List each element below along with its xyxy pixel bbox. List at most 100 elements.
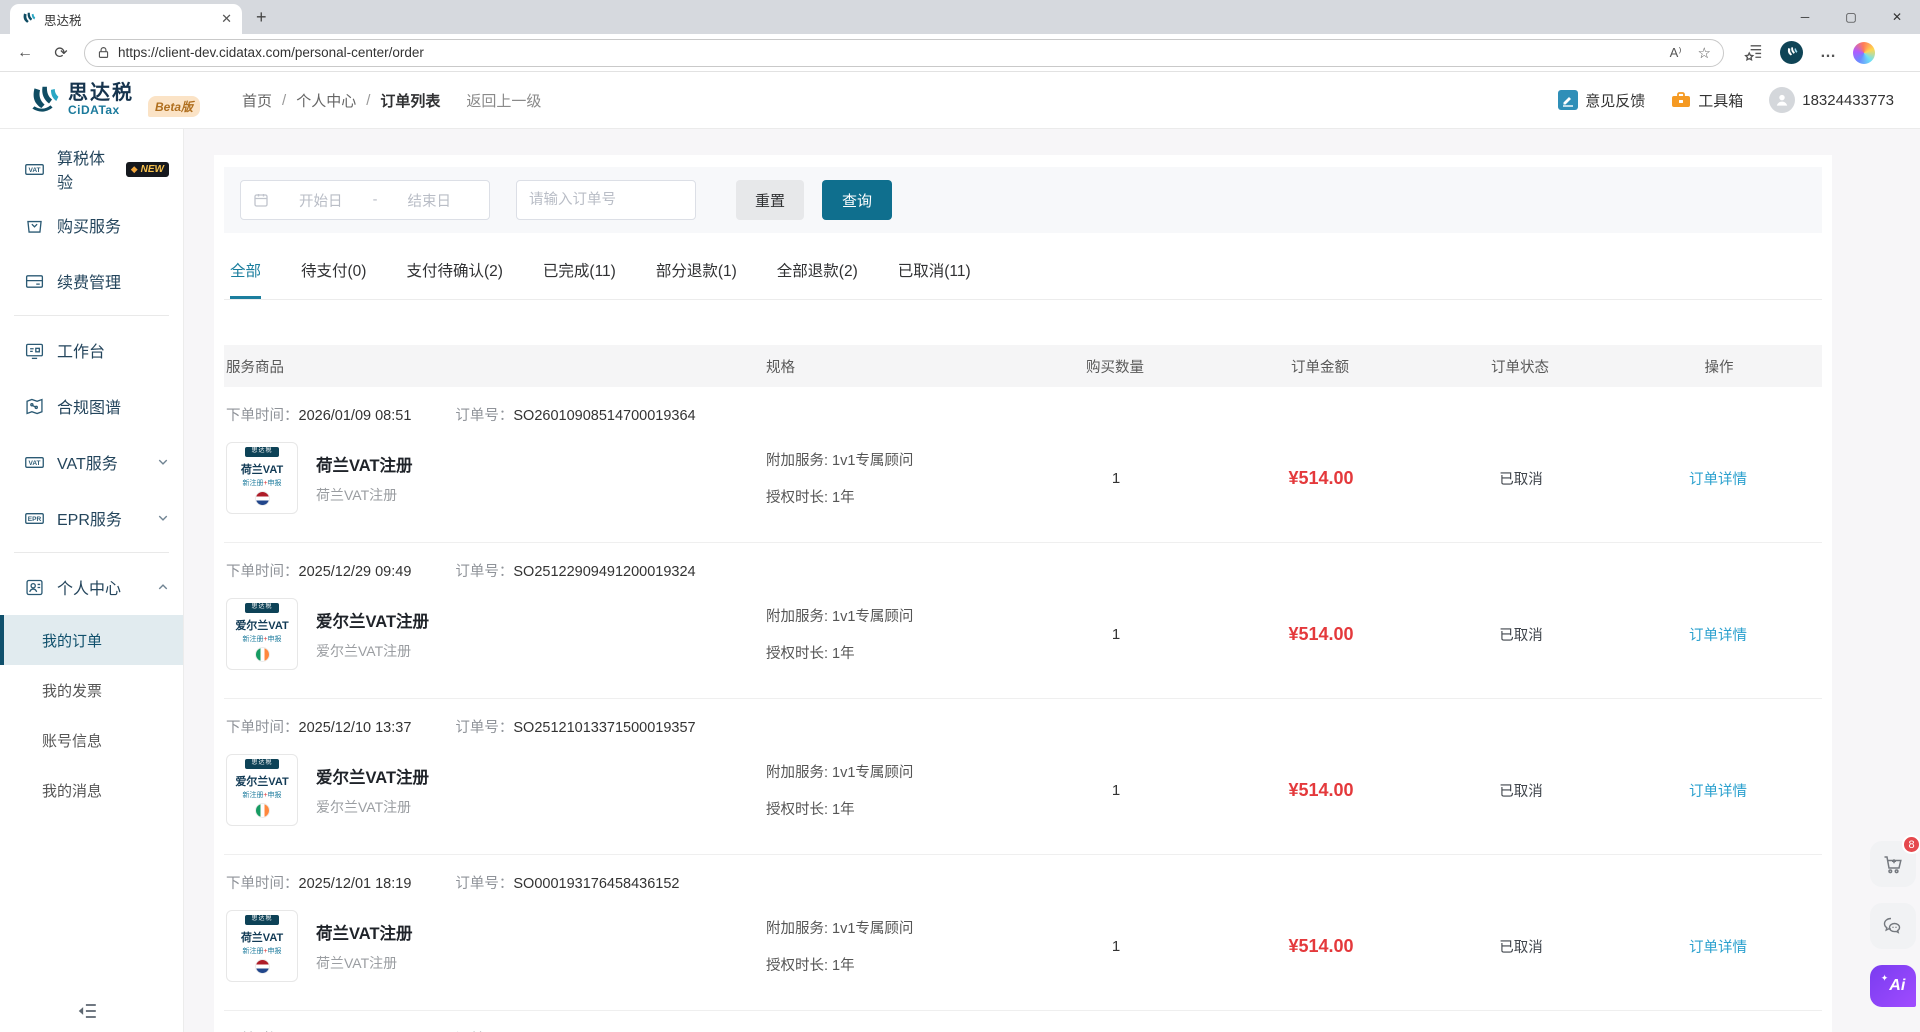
browser-tab[interactable]: 思达税 ✕	[10, 4, 242, 34]
site-favicon	[20, 11, 36, 27]
order-no: SO25122909491200019324	[513, 564, 695, 580]
tab-3[interactable]: 已完成(11)	[543, 259, 616, 299]
feedback-button[interactable]: 意见反馈	[1558, 90, 1645, 111]
order-detail-link[interactable]: 订单详情	[1689, 784, 1747, 800]
tab-2[interactable]: 支付待确认(2)	[406, 259, 502, 299]
sidebar-subitem-my-messages[interactable]: 我的消息	[0, 765, 183, 815]
column-header-0: 服务商品	[224, 356, 764, 377]
sidebar-item-workbench[interactable]: 工作台	[0, 322, 183, 378]
sidebar-item-vat-services[interactable]: VATVAT服务	[0, 434, 183, 490]
tab-close-icon[interactable]: ✕	[221, 11, 232, 27]
column-header-4: 订单状态	[1424, 356, 1614, 377]
spec-duration: 授权时长: 1年	[766, 642, 1016, 663]
app-logo[interactable]: 思达税 CiDATax Beta版	[26, 83, 200, 117]
order-detail-link[interactable]: 订单详情	[1689, 628, 1747, 644]
back-up-level-link[interactable]: 返回上一级	[466, 90, 541, 111]
order-time: 2025/12/01 18:19	[299, 876, 412, 892]
order-number-input[interactable]	[516, 180, 696, 220]
extension-icon[interactable]	[1780, 41, 1803, 64]
order-no-label: 订单号：	[455, 720, 513, 736]
sidebar-menu: VAT算税体验◆NEW购买服务续费管理工作台合规图谱VATVAT服务EPREPR…	[0, 141, 183, 815]
product-name: 荷兰VAT注册	[316, 452, 413, 476]
product-description: 爱尔兰VAT注册	[316, 797, 429, 817]
order-no-label: 订单号：	[455, 408, 513, 424]
toolbox-button[interactable]: 工具箱	[1671, 90, 1743, 111]
sidebar-item-label: 续费管理	[57, 269, 121, 293]
breadcrumb-personal-center[interactable]: 个人中心	[296, 90, 356, 111]
tab-4[interactable]: 部分退款(1)	[656, 259, 737, 299]
favorite-star-icon[interactable]: ☆	[1698, 44, 1711, 62]
breadcrumb-home[interactable]: 首页	[242, 90, 272, 111]
settings-more-icon[interactable]: …	[1820, 44, 1836, 62]
tab-6[interactable]: 已取消(11)	[898, 259, 971, 299]
order-group: 下单时间：2026/01/09 08:51 订单号：SO260109085147…	[224, 387, 1822, 542]
copilot-icon[interactable]	[1853, 42, 1875, 64]
status-tabs: 全部待支付(0) 支付待确认(2) 已完成(11) 部分退款(1) 全部退款(2) 已取消…	[224, 253, 1822, 300]
sidebar-item-label: VAT服务	[57, 450, 118, 474]
beta-badge: Beta版	[148, 96, 200, 117]
collections-icon[interactable]	[1744, 43, 1763, 62]
sidebar-collapse-icon[interactable]	[76, 1000, 98, 1022]
tab-0[interactable]: 全部	[230, 259, 261, 299]
sidebar-item-renewal[interactable]: 续费管理	[0, 253, 183, 309]
maximize-button[interactable]: ▢	[1828, 0, 1874, 34]
sidebar-item-tax-trial[interactable]: VAT算税体验◆NEW	[0, 141, 183, 197]
order-detail-link[interactable]: 订单详情	[1689, 472, 1747, 488]
read-aloud-icon[interactable]: A⁾	[1670, 45, 1682, 61]
product-thumbnail: 思达税 荷兰VAT 新注册+申报	[226, 442, 298, 514]
svg-text:EPR: EPR	[28, 516, 42, 523]
new-badge: ◆NEW	[126, 162, 169, 177]
order-amount: ¥514.00	[1216, 468, 1426, 489]
cart-badge: 8	[1902, 835, 1920, 854]
order-no-label: 订单号：	[455, 876, 513, 892]
sidebar-divider	[14, 552, 169, 553]
product-card-country: 爱尔兰VAT	[235, 617, 288, 633]
product-name: 爱尔兰VAT注册	[316, 764, 429, 788]
product-description: 爱尔兰VAT注册	[316, 641, 429, 661]
column-header-1: 规格	[764, 356, 1014, 377]
sidebar-divider	[14, 315, 169, 316]
account-phone: 18324433773	[1802, 92, 1894, 109]
order-row: 思达税 荷兰VAT 新注册+申报 荷兰VAT注册 荷兰VAT注册 附加服务: 1…	[224, 902, 1822, 1010]
sidebar-item-personal-center[interactable]: 个人中心	[0, 559, 183, 615]
product-name: 荷兰VAT注册	[316, 920, 413, 944]
product-description: 荷兰VAT注册	[316, 485, 413, 505]
order-row: 思达税 荷兰VAT 新注册+申报 荷兰VAT注册 荷兰VAT注册 附加服务: 1…	[224, 434, 1822, 542]
table-header: 服务商品规格购买数量订单金额订单状态操作	[224, 345, 1822, 387]
back-button[interactable]: ←	[12, 44, 38, 62]
spec-addon: 附加服务: 1v1专属顾问	[766, 449, 1016, 470]
minimize-button[interactable]: ─	[1782, 0, 1828, 34]
account-menu[interactable]: 18324433773	[1769, 87, 1894, 113]
close-button[interactable]: ✕	[1874, 0, 1920, 34]
sidebar-subitem-my-invoices[interactable]: 我的发票	[0, 665, 183, 715]
product-thumbnail: 思达税 荷兰VAT 新注册+申报	[226, 910, 298, 982]
date-range-picker[interactable]: 开始日 - 结束日	[240, 180, 490, 220]
tab-1[interactable]: 待支付(0)	[301, 259, 366, 299]
order-no-label: 订单号：	[455, 564, 513, 580]
reset-button[interactable]: 重置	[736, 180, 804, 220]
sidebar-subitem-my-orders[interactable]: 我的订单	[0, 615, 183, 665]
sidebar-item-epr-services[interactable]: EPREPR服务	[0, 490, 183, 546]
product-card-country: 爱尔兰VAT	[235, 773, 288, 789]
address-bar[interactable]: https://client-dev.cidatax.com/personal-…	[84, 39, 1724, 67]
sidebar-item-compliance-map[interactable]: 合规图谱	[0, 378, 183, 434]
chat-icon	[1881, 914, 1905, 938]
sidebar-item-buy-services[interactable]: 购买服务	[0, 197, 183, 253]
date-end-placeholder[interactable]: 结束日	[381, 190, 477, 211]
product-thumbnail: 思达税 爱尔兰VAT 新注册+申报	[226, 598, 298, 670]
ai-assistant-button[interactable]: ✦ Ai	[1870, 965, 1916, 1007]
search-button[interactable]: 查询	[822, 180, 892, 220]
order-group: 下单时间：2025/12/01 18:19 订单号：SO000193176458…	[224, 854, 1822, 1010]
column-header-5: 操作	[1614, 356, 1822, 377]
new-tab-button[interactable]: +	[256, 7, 267, 28]
date-start-placeholder[interactable]: 开始日	[273, 190, 369, 211]
order-meta: 下单时间：2025/12/01 16:17 订单号：SO000193176457…	[224, 1011, 1822, 1032]
order-detail-link[interactable]: 订单详情	[1689, 940, 1747, 956]
cart-button[interactable]: 8	[1870, 841, 1916, 887]
sidebar-item-label: 算税体验	[57, 145, 112, 193]
tab-5[interactable]: 全部退款(2)	[777, 259, 858, 299]
refresh-button[interactable]: ⟳	[48, 43, 74, 63]
sidebar-subitem-account-info[interactable]: 账号信息	[0, 715, 183, 765]
chat-button[interactable]	[1870, 903, 1916, 949]
sidebar-item-label: 个人中心	[57, 575, 121, 599]
